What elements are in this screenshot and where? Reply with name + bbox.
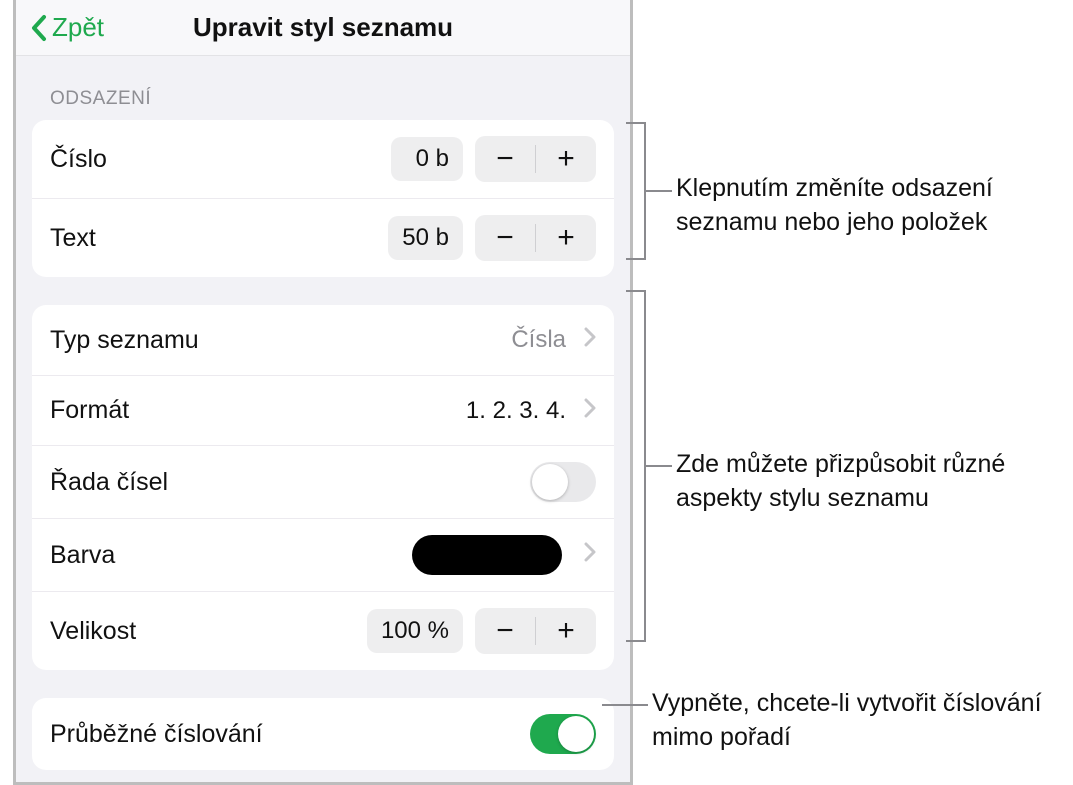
chevron-right-icon: [584, 326, 596, 354]
callout-leader: [602, 704, 648, 706]
panel-header: Zpět Upravit styl seznamu: [16, 0, 630, 56]
row-rada-cisel: Řada čísel: [32, 445, 614, 518]
plus-button[interactable]: +: [536, 608, 596, 654]
group-style: Typ seznamu Čísla Formát 1. 2. 3. 4. Řad…: [32, 305, 614, 670]
row-label-typ: Typ seznamu: [50, 326, 199, 355]
callout-bracket: [626, 290, 646, 642]
callout-indent: Klepnutím změníte odsazení seznamu nebo …: [676, 172, 1056, 240]
back-label: Zpět: [52, 12, 104, 43]
row-cislo: Číslo 0 b − +: [32, 120, 614, 198]
callout-style: Zde můžete přizpůsobit různé aspekty sty…: [676, 448, 1056, 516]
row-format[interactable]: Formát 1. 2. 3. 4.: [32, 375, 614, 445]
value-cislo[interactable]: 0 b: [391, 137, 463, 181]
row-velikost: Velikost 100 % − +: [32, 591, 614, 670]
stepper-text: − +: [475, 215, 596, 261]
stepper-velikost: − +: [475, 608, 596, 654]
panel-title: Upravit styl seznamu: [16, 12, 630, 43]
minus-button[interactable]: −: [475, 215, 535, 261]
value-velikost[interactable]: 100 %: [367, 609, 463, 653]
value-format: 1. 2. 3. 4.: [466, 397, 566, 425]
stepper-cislo: − +: [475, 136, 596, 182]
toggle-knob: [532, 464, 568, 500]
row-barva[interactable]: Barva: [32, 518, 614, 591]
row-label-velikost: Velikost: [50, 617, 136, 646]
row-label-text: Text: [50, 224, 96, 253]
settings-panel: Zpět Upravit styl seznamu ODSAZENÍ Číslo…: [13, 0, 633, 785]
minus-button[interactable]: −: [475, 136, 535, 182]
row-label-cislo: Číslo: [50, 145, 107, 174]
row-prubezne-cislovani: Průběžné číslování: [32, 698, 614, 770]
toggle-rada-cisel[interactable]: [530, 462, 596, 502]
row-label-cislovani: Průběžné číslování: [50, 720, 263, 749]
plus-button[interactable]: +: [536, 215, 596, 261]
row-label-barva: Barva: [50, 541, 115, 570]
callout-bracket: [626, 122, 646, 260]
value-typ: Čísla: [511, 326, 566, 354]
toggle-knob: [558, 716, 594, 752]
row-text: Text 50 b − +: [32, 198, 614, 277]
row-typ-seznamu[interactable]: Typ seznamu Čísla: [32, 305, 614, 375]
row-label-rada: Řada čísel: [50, 468, 168, 497]
back-button[interactable]: Zpět: [30, 12, 104, 43]
callout-number: Vypněte, chcete-li vytvořit číslování mi…: [652, 687, 1052, 755]
callout-leader: [646, 465, 672, 467]
color-swatch: [412, 535, 562, 575]
chevron-right-icon: [584, 397, 596, 425]
toggle-prubezne-cislovani[interactable]: [530, 714, 596, 754]
chevron-right-icon: [584, 541, 596, 569]
chevron-left-icon: [30, 14, 48, 42]
value-text[interactable]: 50 b: [388, 216, 463, 260]
callout-leader: [646, 190, 672, 192]
plus-button[interactable]: +: [536, 136, 596, 182]
minus-button[interactable]: −: [475, 608, 535, 654]
row-label-format: Formát: [50, 396, 129, 425]
group-odsazeni: Číslo 0 b − + Text 50 b − +: [32, 120, 614, 277]
section-label-odsazeni: ODSAZENÍ: [16, 56, 630, 120]
group-cislovani: Průběžné číslování: [32, 698, 614, 770]
